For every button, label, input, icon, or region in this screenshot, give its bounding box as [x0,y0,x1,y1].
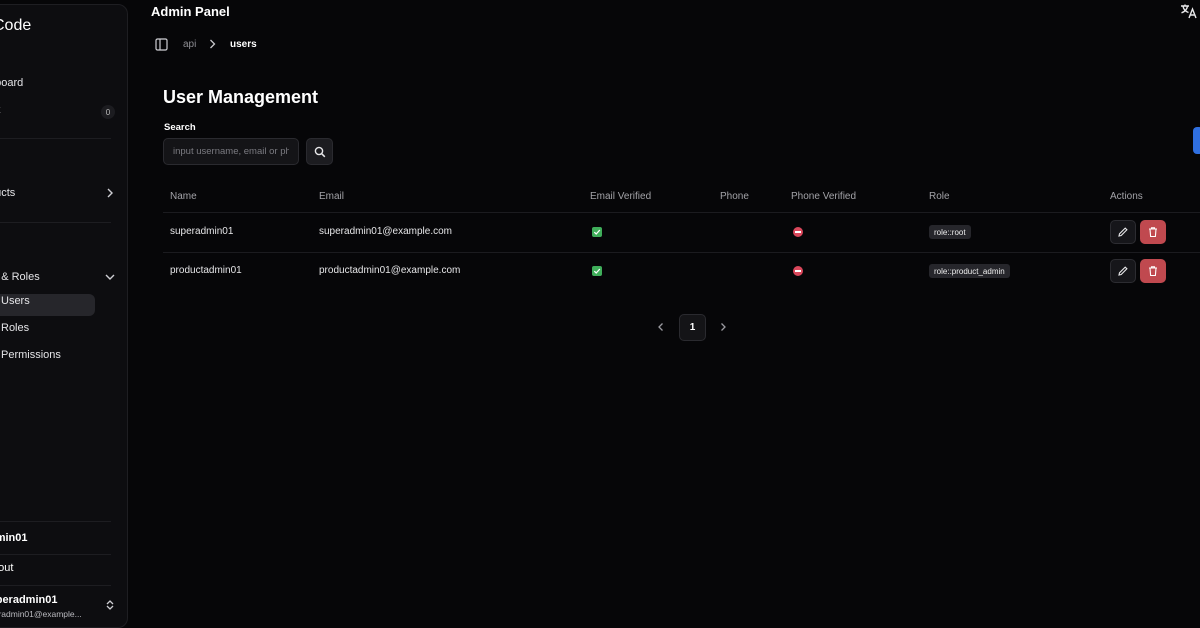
sidebar-item-label: hboard [0,77,24,89]
row-divider [163,252,1200,253]
pencil-icon [1118,227,1128,237]
cell-name: superadmin01 [170,226,234,237]
role-badge: role::root [929,225,971,239]
sidebar-item-label: Users [1,295,30,307]
chevron-down-icon [105,274,115,280]
page-title: User Management [163,87,319,107]
user-name: uperadmin01 [0,594,58,606]
sidebar-item-label: Permissions [1,349,61,361]
sidebar-item-roles[interactable]: Roles [1,317,29,339]
column-header-phone-verified: Phone Verified [791,191,857,202]
search-button[interactable] [306,138,333,165]
page-number-button[interactable]: 1 [679,314,706,341]
sidebar-item-label: ox [0,104,1,116]
sidebar: ntaCode hboard ox 0 ducts rs & Roles Use… [0,4,128,628]
column-header-email: Email [319,191,345,202]
pencil-icon [1118,266,1128,276]
trash-icon [1149,266,1157,277]
edit-button[interactable] [1110,220,1136,244]
search-input[interactable] [163,138,299,165]
chevrons-up-down-icon [106,600,114,610]
column-header-phone: Phone [720,191,749,202]
chevron-left-icon[interactable] [656,321,666,333]
not-verified-icon [793,266,803,276]
cell-email: superadmin01@example.com [319,226,452,237]
sidebar-item-inbox[interactable]: ox [0,99,1,121]
role-badge: role::product_admin [929,264,1010,278]
edit-button[interactable] [1110,259,1136,283]
sidebar-divider [0,138,111,139]
sidebar-item-dashboard[interactable]: hboard [0,72,23,94]
chevron-right-icon [210,39,216,49]
sidebar-divider [0,585,111,586]
sidebar-item-label: Roles [1,322,30,334]
sidebar-item-label: rs & Roles [0,271,40,283]
not-verified-icon [793,227,803,237]
column-header-name: Name [170,191,197,202]
delete-button[interactable] [1140,259,1166,283]
sidebar-divider [0,222,111,223]
logout-button[interactable]: g out [0,562,13,574]
verified-check-icon [592,227,602,237]
account-name[interactable]: dmin01 [0,532,28,544]
column-header-email-verified: Email Verified [590,191,652,202]
app-title: Admin Panel [151,4,230,19]
column-header-role: Role [929,191,950,202]
cell-name: productadmin01 [170,265,242,276]
trash-icon [1149,227,1157,238]
brand-logo[interactable]: ntaCode [0,17,31,35]
translate-icon[interactable] [1180,3,1198,19]
sidebar-item-users[interactable]: Users [1,290,30,312]
sidebar-item-permissions[interactable]: Permissions [1,344,61,366]
sidebar-item-products[interactable]: ducts [0,182,15,204]
verified-check-icon [592,266,602,276]
sidebar-item-users-roles[interactable]: rs & Roles [0,266,40,288]
column-header-actions: Actions [1110,191,1143,202]
breadcrumb-api[interactable]: api [183,39,196,50]
sidebar-divider [0,521,111,522]
chevron-right-icon [107,188,113,198]
search-label: Search [164,122,196,133]
row-divider [163,212,1200,213]
chevron-right-icon[interactable] [718,321,728,333]
search-icon [314,146,325,157]
sidebar-toggle-icon[interactable] [155,38,168,51]
sidebar-item-label: ducts [0,187,16,199]
sidebar-divider [0,554,111,555]
user-email: peradmin01@example... [0,609,82,619]
primary-action-button[interactable] [1193,127,1200,154]
cell-email: productadmin01@example.com [319,265,461,276]
breadcrumb-users: users [230,39,257,50]
delete-button[interactable] [1140,220,1166,244]
inbox-count-badge: 0 [101,105,115,119]
